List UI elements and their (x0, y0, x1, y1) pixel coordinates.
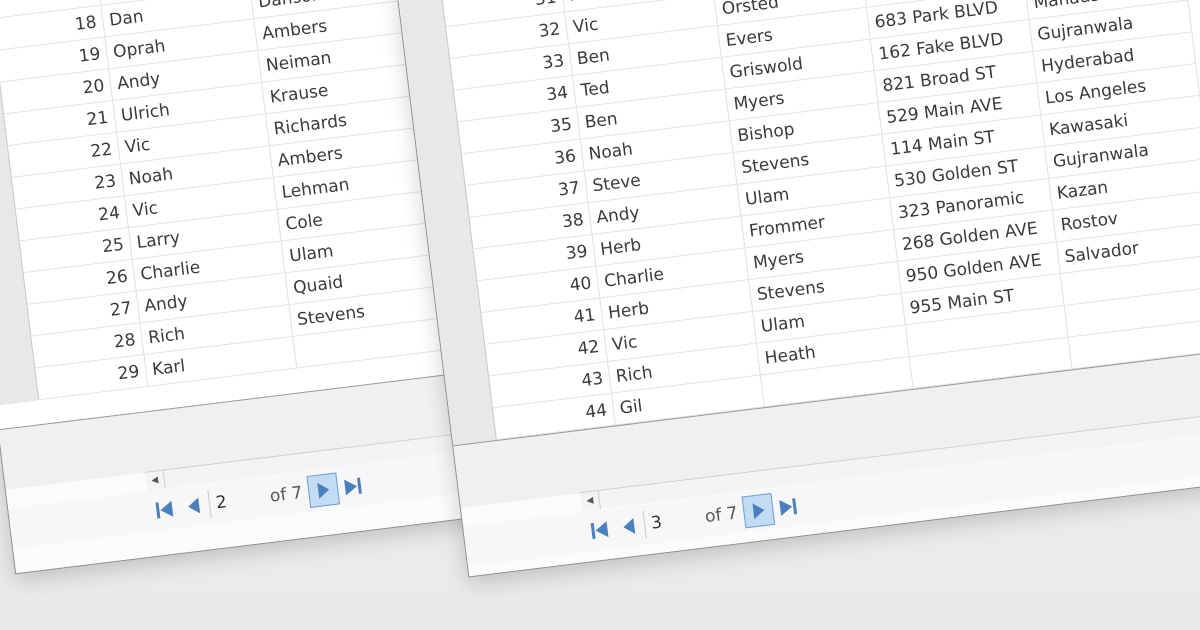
next-page-button[interactable] (306, 472, 341, 508)
first-page-button[interactable] (583, 512, 617, 547)
previous-page-button[interactable] (613, 509, 647, 544)
first-page-icon (155, 500, 174, 519)
next-page-icon (752, 503, 765, 520)
last-page-button[interactable] (771, 489, 805, 524)
scroll-left-icon[interactable]: ◀ (579, 490, 601, 512)
next-page-icon (317, 482, 330, 499)
page-count-label: of 7 (703, 503, 739, 528)
page-number-input[interactable]: 3 (642, 505, 690, 539)
last-page-icon (344, 477, 362, 496)
page-count-label: of 7 (268, 482, 304, 507)
previous-page-button[interactable] (177, 488, 211, 523)
last-page-icon (779, 498, 798, 516)
scroll-left-icon[interactable]: ◀ (144, 470, 166, 491)
previous-page-icon (623, 517, 636, 534)
first-page-icon (590, 521, 609, 540)
last-page-button[interactable] (336, 469, 370, 504)
right-grid-window: 31KarlLehman32VicOrsted889 Park BLVDQuet… (395, 0, 1200, 578)
first-page-button[interactable] (148, 492, 182, 527)
previous-page-icon (188, 497, 201, 514)
next-page-button[interactable] (741, 492, 776, 529)
row-header[interactable] (0, 368, 40, 406)
page-number-input[interactable]: 2 (207, 484, 255, 519)
